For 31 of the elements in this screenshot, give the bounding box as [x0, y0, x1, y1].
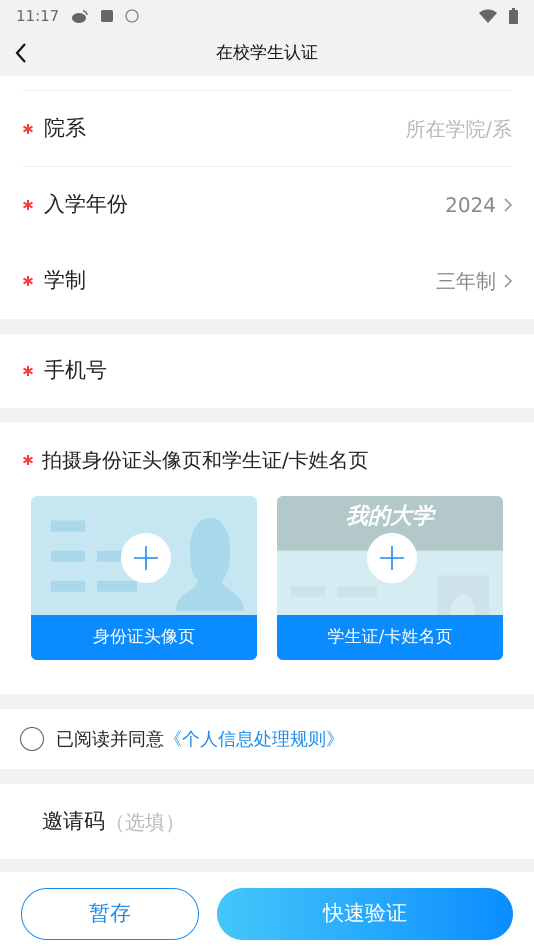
select-field[interactable]: 三年制 — [184, 266, 512, 296]
battery-icon — [509, 8, 518, 24]
card-label: 学生证/卡姓名页 — [277, 615, 503, 660]
save-draft-button[interactable]: 暂存 — [21, 888, 199, 940]
agree-radio[interactable] — [20, 727, 44, 751]
upload-card[interactable]: 我的大学 学生证/卡姓名页 — [277, 496, 503, 660]
field-label: 邀请码 — [42, 808, 105, 835]
field-label: 入学年份 — [44, 191, 129, 218]
card-heading: 我的大学 — [337, 500, 443, 533]
input-field[interactable]: 所在学院/系 — [184, 114, 512, 144]
chevron-icon — [504, 274, 512, 288]
card-label: 身份证头像页 — [31, 615, 257, 660]
chevron-icon — [504, 198, 512, 212]
verify-button[interactable]: 快速验证 — [216, 888, 513, 940]
circle-icon — [125, 9, 140, 23]
upload-card[interactable]: 身份证头像页 — [31, 496, 257, 660]
notification-icon — [71, 9, 90, 23]
select-field[interactable]: 2024 — [184, 190, 512, 220]
field-label: 院系 — [44, 114, 87, 142]
section-title: 拍摄身份证头像页和学生证/卡姓名页 — [42, 447, 369, 474]
rules-link[interactable]: 《个人信息处理规则》 — [164, 728, 344, 750]
page-title: 在校学生认证 — [216, 42, 318, 66]
agreement-text: 已阅读并同意《个人信息处理规则》 — [56, 728, 344, 752]
wifi-icon — [479, 9, 497, 23]
field-label: 学制 — [44, 267, 87, 294]
status-time: 11:17 — [16, 6, 60, 27]
invite-code-row[interactable]: 邀请码（选填） — [0, 784, 534, 859]
input-field[interactable]: （选填） — [105, 806, 512, 836]
square-icon — [101, 10, 114, 22]
field-label: 手机号 — [44, 357, 108, 384]
back-button[interactable] — [14, 42, 28, 64]
